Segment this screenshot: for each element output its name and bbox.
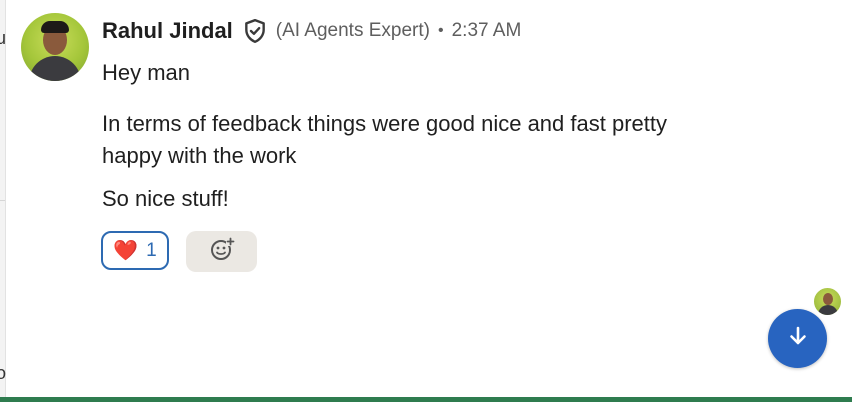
smiley-plus-icon [209, 236, 235, 267]
left-panel-edge [0, 0, 6, 397]
arrow-down-icon [787, 325, 809, 352]
author-name[interactable]: Rahul Jindal [102, 18, 233, 44]
read-receipt-avatar [813, 287, 842, 316]
message-line-3: So nice stuff! [102, 186, 229, 211]
bottom-accent-bar [0, 397, 852, 402]
message-line-1: Hey man [102, 60, 191, 85]
mini-avatar-body [818, 305, 838, 315]
author-role: (AI Agents Expert) [275, 20, 430, 41]
edge-divider [0, 200, 5, 201]
cut-off-text-top: u [0, 28, 7, 48]
heart-reaction-button[interactable]: ❤️ 1 [101, 231, 169, 270]
mini-avatar-head [823, 293, 833, 305]
cut-off-text-bottom: o [0, 363, 7, 383]
avatar-body [29, 56, 81, 81]
add-reaction-button[interactable] [186, 231, 257, 272]
author-avatar[interactable] [21, 13, 89, 81]
message-line-2: In terms of feedback things were good ni… [102, 111, 667, 168]
avatar-hair [41, 21, 69, 33]
reaction-count: 1 [146, 239, 157, 261]
message-timestamp: 2:37 AM [451, 20, 522, 41]
message-header: Rahul Jindal (AI Agents Expert) • 2:37 A… [102, 14, 521, 48]
scroll-to-bottom-button[interactable] [768, 309, 827, 368]
heart-icon: ❤️ [113, 239, 139, 262]
meta-separator: • [437, 22, 444, 39]
shield-check-icon [242, 18, 268, 44]
